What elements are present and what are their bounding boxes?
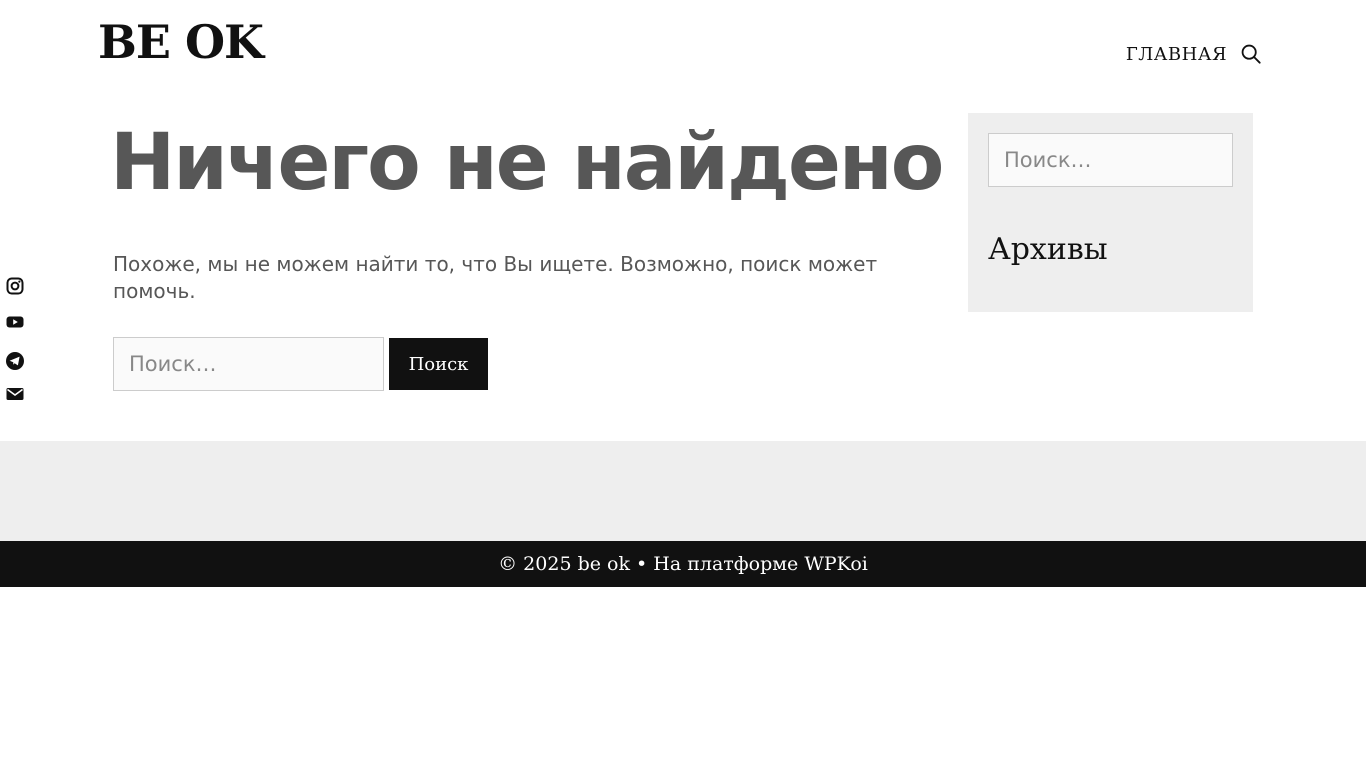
sidebar: Архивы — [968, 113, 1253, 312]
envelope-icon[interactable] — [5, 384, 25, 404]
search-input[interactable] — [113, 337, 384, 391]
site-footer: © 2025 be ok • На платформе WPKoi — [0, 541, 1366, 587]
copyright-text: © 2025 be ok — [498, 553, 630, 575]
search-icon[interactable] — [1240, 43, 1262, 65]
main-navigation: ГЛАВНАЯ — [1126, 40, 1262, 68]
sidebar-search-input[interactable] — [988, 133, 1233, 187]
page-title: Ничего не найдено — [110, 118, 944, 208]
search-form: Поиск — [113, 337, 488, 391]
site-header: BE OK ГЛАВНАЯ — [0, 0, 1366, 113]
platform-credit-link[interactable]: На платформе WPKoi — [653, 553, 868, 575]
telegram-icon[interactable] — [5, 351, 25, 371]
footer-widgets-area — [0, 441, 1366, 541]
search-button[interactable]: Поиск — [389, 338, 488, 390]
instagram-icon[interactable] — [5, 276, 25, 296]
nav-item-home[interactable]: ГЛАВНАЯ — [1126, 44, 1227, 65]
youtube-icon[interactable] — [5, 312, 25, 332]
not-found-message: Похоже, мы не можем найти то, что Вы ище… — [113, 252, 878, 303]
footer-separator: • — [629, 553, 654, 575]
archives-heading: Архивы — [988, 232, 1108, 267]
site-logo[interactable]: BE OK — [98, 14, 264, 70]
